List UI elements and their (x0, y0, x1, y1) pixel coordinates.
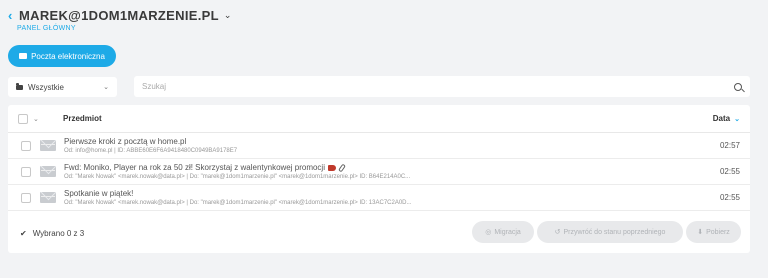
check-icon: ✔ (20, 228, 27, 238)
message-list-panel: ⌄ Przedmiot Data ⌄ Pierwsze kroki z pocz… (8, 105, 750, 253)
message-meta: Od: info@home.pl | ID: ABBE60E6F6A941848… (64, 148, 238, 154)
message-meta: Od: "Marek Nowak" <marek.nowak@data.pl> … (64, 174, 411, 180)
restore-icon: ↺ (554, 229, 561, 236)
select-options-chevron-icon[interactable]: ⌄ (33, 115, 39, 123)
search-icon[interactable] (734, 82, 742, 91)
chevron-down-icon: ⌄ (103, 84, 109, 91)
row-checkbox[interactable] (21, 193, 31, 203)
account-name[interactable]: MAREK@1DOM1MARZENIE.PL (19, 8, 219, 23)
list-footer: ✔ Wybrano 0 z 3 ◎ Migracja ↺ Przywróć do… (8, 221, 750, 245)
search-input[interactable] (142, 82, 734, 91)
message-subject[interactable]: Spotkanie w piątek! (64, 189, 133, 198)
folder-icon (16, 83, 23, 90)
email-button[interactable]: Poczta elektroniczna (8, 45, 116, 67)
column-date-label: Data (712, 114, 731, 123)
gift-tag-icon (328, 164, 336, 171)
message-time: 02:55 (719, 167, 740, 176)
message-subject-wrap[interactable]: Fwd: Moniko, Player na rok za 50 zł! Sko… (64, 163, 346, 173)
folder-select-value: Wszystkie (28, 82, 64, 92)
page-header: ‹ MAREK@1DOM1MARZENIE.PL ⌄ PANEL GŁÓWNY (8, 8, 231, 32)
email-button-label: Poczta elektroniczna (31, 51, 105, 61)
message-subject: Fwd: Moniko, Player na rok za 50 zł! Sko… (64, 163, 325, 172)
column-subject[interactable]: Przedmiot (63, 114, 102, 123)
download-button-label: Pobierz (706, 228, 730, 236)
search-bar (134, 76, 750, 97)
message-subject[interactable]: Pierwsze kroki z pocztą w home.pl (64, 137, 186, 146)
restore-button[interactable]: ↺ Przywróć do stanu poprzedniego (537, 221, 683, 243)
migration-button-label: Migracja (494, 228, 521, 236)
row-checkbox[interactable] (21, 141, 31, 151)
row-checkbox[interactable] (21, 167, 31, 177)
envelope-icon (19, 53, 28, 59)
migration-icon: ◎ (485, 229, 492, 236)
migration-button[interactable]: ◎ Migracja (472, 221, 534, 243)
attachment-icon (338, 163, 346, 173)
envelope-icon (40, 192, 56, 203)
download-button[interactable]: ⬇ Pobierz (686, 221, 741, 243)
sort-desc-icon: ⌄ (734, 115, 740, 123)
message-time: 02:55 (719, 193, 740, 202)
select-all-checkbox[interactable] (18, 113, 28, 124)
download-icon: ⬇ (697, 229, 704, 236)
chevron-down-icon[interactable]: ⌄ (224, 10, 232, 21)
envelope-icon (40, 166, 56, 177)
folder-select[interactable]: Wszystkie ⌄ (8, 77, 117, 97)
message-meta: Od: "Marek Nowak" <marek.nowak@data.pl> … (64, 200, 412, 206)
table-row[interactable]: Fwd: Moniko, Player na rok za 50 zł! Sko… (8, 159, 750, 185)
message-time: 02:57 (719, 141, 740, 150)
table-row[interactable]: Spotkanie w piątek! Od: "Marek Nowak" <m… (8, 185, 750, 211)
restore-button-label: Przywróć do stanu poprzedniego (563, 228, 666, 236)
table-header: ⌄ Przedmiot Data ⌄ (8, 105, 750, 133)
back-chevron-icon[interactable]: ‹ (8, 8, 16, 23)
envelope-icon (40, 140, 56, 151)
page-subtitle: PANEL GŁÓWNY (17, 25, 76, 32)
account-title-row[interactable]: ‹ MAREK@1DOM1MARZENIE.PL ⌄ (8, 8, 231, 23)
selected-count: Wybrano 0 z 3 (32, 228, 85, 238)
column-date[interactable]: Data ⌄ (713, 114, 740, 123)
table-row[interactable]: Pierwsze kroki z pocztą w home.pl Od: in… (8, 133, 750, 159)
